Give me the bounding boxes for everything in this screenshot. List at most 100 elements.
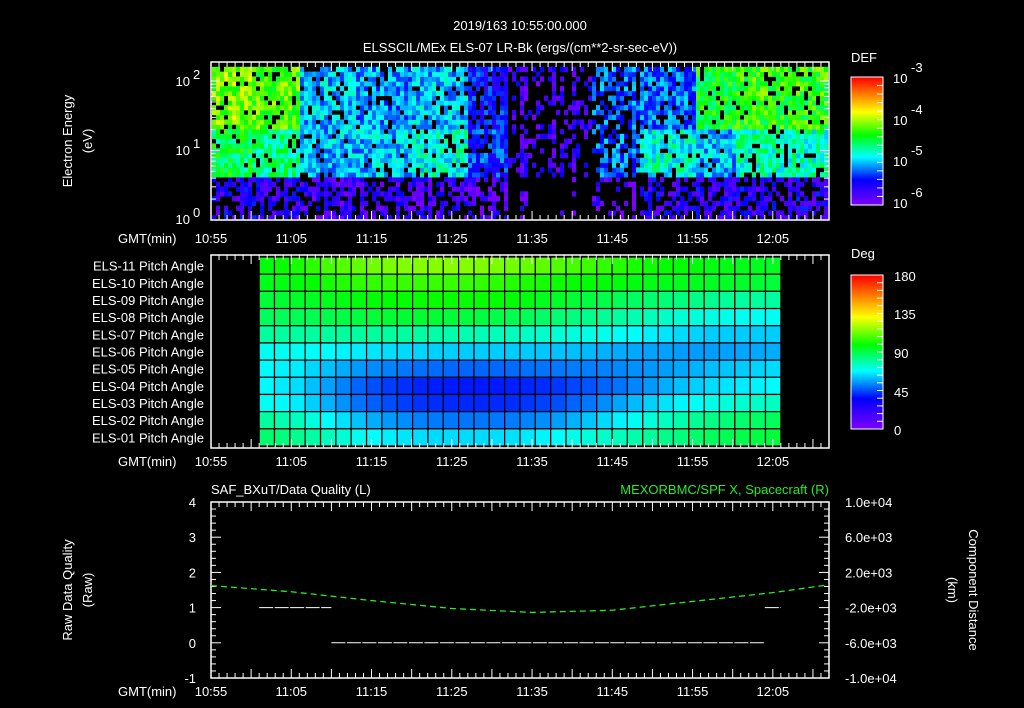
spectrogram-cell bbox=[764, 124, 768, 130]
spectrogram-cell bbox=[404, 143, 408, 149]
spectrogram-cell bbox=[312, 162, 316, 168]
spectrogram-cell bbox=[436, 109, 440, 116]
pitch-angle-cell bbox=[519, 411, 536, 430]
spectrogram-cell bbox=[668, 157, 672, 164]
spectrogram-cell bbox=[800, 100, 804, 106]
spectrogram-cell bbox=[224, 157, 228, 164]
spectrogram-cell bbox=[712, 186, 716, 192]
spectrogram-cell bbox=[532, 76, 536, 82]
spectrogram-cell bbox=[348, 124, 352, 130]
spectrogram-cell bbox=[240, 81, 244, 87]
spectrogram-cell bbox=[716, 105, 720, 111]
spectrogram-cell bbox=[684, 105, 688, 111]
spectrogram-cell bbox=[752, 114, 756, 120]
spectrogram-cell bbox=[560, 100, 564, 106]
pitch-angle-cell bbox=[626, 342, 644, 361]
pitch-angle-cell bbox=[688, 325, 705, 344]
spectrogram-cell bbox=[692, 138, 696, 144]
spectrogram-cell bbox=[492, 109, 496, 116]
spectrogram-cell bbox=[680, 85, 684, 92]
spectrogram-cell bbox=[412, 157, 416, 164]
spectrogram-cell bbox=[388, 66, 392, 73]
spectrogram-cell bbox=[792, 186, 796, 192]
spectrogram-cell bbox=[492, 181, 496, 187]
spectrogram-cell bbox=[328, 85, 332, 92]
spectrogram-cell bbox=[812, 157, 816, 164]
spectrogram-cell bbox=[260, 148, 264, 154]
spectrogram-cell bbox=[588, 124, 592, 130]
spectrogram-cell bbox=[564, 138, 568, 144]
spectrogram-cell bbox=[244, 148, 248, 154]
spectrogram-cell bbox=[748, 105, 752, 111]
spectrogram-cell bbox=[292, 205, 296, 211]
spectrogram-cell bbox=[236, 162, 240, 168]
pitch-angle-cell bbox=[672, 307, 690, 327]
spectrogram-cell bbox=[328, 81, 332, 87]
spectrogram-cell bbox=[412, 71, 416, 77]
spectrogram-cell bbox=[504, 205, 508, 211]
spectrogram-cell bbox=[360, 76, 364, 82]
spectrogram-cell bbox=[272, 66, 276, 73]
spectrogram-cell bbox=[344, 90, 348, 97]
spectrogram-cell bbox=[408, 167, 412, 173]
pitch-angle-cell bbox=[642, 428, 659, 447]
spectrogram-cell bbox=[452, 105, 456, 111]
spectrogram-cell bbox=[328, 109, 332, 116]
pitch-angle-cell bbox=[749, 376, 767, 396]
spectrogram-cell bbox=[276, 109, 280, 116]
spectrogram-cell bbox=[684, 148, 688, 154]
spectrogram-cell bbox=[376, 66, 380, 73]
spectrogram-cell bbox=[748, 152, 752, 159]
spectrogram-cell bbox=[356, 143, 360, 149]
spectrogram-cell bbox=[684, 109, 688, 116]
spectrogram-cell bbox=[240, 152, 244, 159]
spectrogram-cell bbox=[312, 81, 316, 87]
spectrogram-cell bbox=[696, 138, 700, 144]
spectrogram-cell bbox=[256, 95, 260, 101]
spectrogram-cell bbox=[728, 152, 732, 159]
spectrogram-cell bbox=[348, 105, 352, 111]
spectrogram-cell bbox=[420, 129, 424, 135]
spectrogram-cell bbox=[464, 100, 468, 106]
spectrogram-cell bbox=[600, 167, 604, 173]
time-axis-label: GMT(min) bbox=[118, 231, 177, 246]
spectrogram-cell bbox=[664, 210, 668, 216]
spectrogram-cell bbox=[240, 114, 244, 120]
spectrogram-cell bbox=[324, 105, 328, 111]
pitch-angle-cell bbox=[504, 290, 521, 310]
spectrogram-cell bbox=[348, 129, 352, 135]
spectrogram-cell bbox=[432, 162, 436, 168]
spectrogram-cell bbox=[728, 181, 732, 187]
spectrogram-cell bbox=[424, 100, 428, 106]
spectrogram-cell bbox=[324, 162, 328, 168]
spectrogram-cell bbox=[724, 105, 728, 111]
pitch-angle-row-label: ELS-01 Pitch Angle bbox=[92, 430, 204, 445]
cb-exp: -6 bbox=[911, 185, 923, 200]
spectrogram-cell bbox=[244, 105, 248, 111]
spectrogram-cell bbox=[404, 76, 408, 82]
spectrogram-cell bbox=[288, 167, 292, 173]
pitch-angle-cell bbox=[335, 393, 352, 413]
spectrogram-cell bbox=[816, 152, 820, 159]
spectrogram-cell bbox=[368, 114, 372, 120]
spectrogram-cell bbox=[388, 196, 392, 202]
spectrogram-cell bbox=[224, 143, 228, 149]
spectrogram-cell bbox=[548, 100, 552, 106]
spectrogram-cell bbox=[756, 186, 760, 192]
spectrogram-cell bbox=[420, 143, 424, 149]
spectrogram-cell bbox=[316, 172, 320, 178]
spectrogram-cell bbox=[504, 172, 508, 178]
spectrogram-cell bbox=[304, 76, 308, 82]
spectrogram-cell bbox=[776, 191, 780, 197]
spectrogram-cell bbox=[644, 162, 648, 168]
spectrogram-cell bbox=[480, 143, 484, 149]
spectrogram-cell bbox=[708, 186, 712, 192]
spectrogram-cell bbox=[432, 85, 436, 92]
spectrogram-cell bbox=[520, 205, 524, 211]
spectrogram-cell bbox=[624, 172, 628, 178]
spectrogram-cell bbox=[336, 162, 340, 168]
spectrogram-cell bbox=[536, 109, 540, 116]
spectrogram-cell bbox=[488, 95, 492, 101]
spectrogram-cell bbox=[792, 124, 796, 130]
spectrogram-cell bbox=[232, 81, 236, 87]
